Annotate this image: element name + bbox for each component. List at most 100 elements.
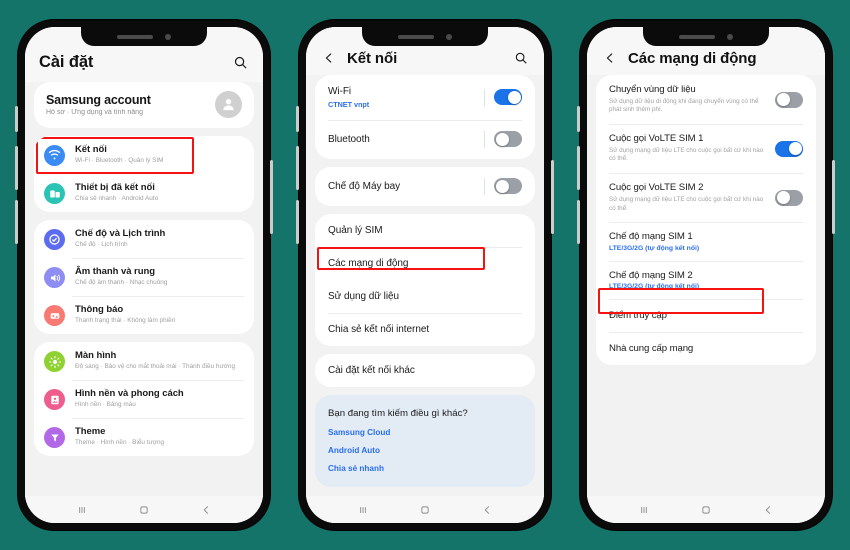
sidebar-item-ket-noi[interactable]: Kết nối Wi-Fi · Bluetooth · Quản lý SIM [34, 136, 254, 174]
row-cac-mang-di-dong[interactable]: Các mạng di động [315, 246, 535, 280]
phone2-connections-list[interactable]: Wi-Fi CTNET vnpt Bluetooth Chế độ Máy ba… [306, 75, 544, 496]
settings-group-modes[interactable]: Chế độ và Lịch trình Chế độ · Lịch trình [34, 220, 254, 334]
wallpaper-icon [44, 389, 65, 410]
power-button[interactable] [551, 160, 554, 234]
back-icon[interactable] [761, 503, 775, 517]
row-cai-dat-ket-noi-khac[interactable]: Cài đặt kết nối khác [315, 354, 535, 387]
sidebar-item-am-thanh-va-rung[interactable]: Âm thanh và rung Chế độ âm thanh · Nhạc … [34, 258, 254, 296]
row-diem-truy-cap[interactable]: Điểm truy cập [596, 299, 816, 332]
back-icon[interactable] [199, 503, 213, 517]
link-android-auto[interactable]: Android Auto [328, 446, 522, 455]
phone3-mobile-networks-list[interactable]: Chuyển vùng dữ liệu Sử dụng dữ liệu di đ… [587, 75, 825, 496]
samsung-account-row[interactable]: Samsung account Hồ sơ · Ứng dụng và tính… [34, 82, 254, 128]
row-label: Điểm truy cập [609, 310, 667, 322]
row-airplane-mode[interactable]: Chế độ Máy bay [315, 167, 535, 206]
row-label: Chế độ Máy bay [328, 180, 401, 192]
link-samsung-cloud[interactable]: Samsung Cloud [328, 428, 522, 437]
earpiece-speaker [398, 34, 434, 39]
item-title: Hình nền và phong cách [75, 388, 184, 399]
settings-group-display[interactable]: Màn hình Độ sáng · Bảo vệ cho mắt thoải … [34, 342, 254, 456]
row-label: Chuyển vùng dữ liệu [609, 84, 696, 95]
data-roaming-toggle[interactable] [775, 91, 803, 108]
sidebar-item-theme[interactable]: Theme Theme · Hình nền · Biểu tượng [34, 418, 254, 456]
volume-down-button[interactable] [577, 200, 580, 244]
search-icon[interactable] [231, 54, 249, 72]
chevron-left-icon[interactable] [320, 49, 338, 67]
wifi-icon [44, 145, 65, 166]
settings-group-connections[interactable]: Kết nối Wi-Fi · Bluetooth · Quản lý SIM [34, 136, 254, 212]
home-icon[interactable] [137, 503, 151, 517]
volume-up-button[interactable] [296, 146, 299, 190]
row-volte-sim-1[interactable]: Cuộc gọi VoLTE SIM 1 Sử dụng mạng dữ liệ… [596, 124, 816, 173]
row-label: Nhà cung cấp mạng [609, 343, 694, 355]
phone1-navbar[interactable] [25, 496, 263, 523]
item-title: Thông báo [75, 304, 124, 315]
phone-3-screen: Các mạng di động Chuyển vùng dữ liệu Sử … [587, 27, 825, 523]
row-divider [484, 177, 485, 195]
samsung-account-card[interactable]: Samsung account Hồ sơ · Ứng dụng và tính… [34, 82, 254, 128]
volte-sim1-toggle[interactable] [775, 140, 803, 157]
volume-down-button[interactable] [296, 200, 299, 244]
sidebar-item-hinh-nen-va-phong-cach[interactable]: Hình nền và phong cách Hình nền · Bảng m… [34, 380, 254, 418]
row-label: Wi-Fi [328, 86, 352, 97]
row-volte-sim-2[interactable]: Cuộc gọi VoLTE SIM 2 Sử dụng mạng dữ liệ… [596, 173, 816, 222]
silent-switch[interactable] [577, 106, 580, 132]
row-che-do-mang-sim-2[interactable]: Chế độ mạng SIM 2 LTE/3G/2G (tự động kết… [596, 260, 816, 300]
phone3-navbar[interactable] [587, 496, 825, 523]
sidebar-item-man-hinh[interactable]: Màn hình Độ sáng · Bảo vệ cho mắt thoải … [34, 342, 254, 380]
item-subtitle: Hình nền · Bảng màu [75, 401, 136, 408]
recents-icon[interactable] [75, 503, 89, 517]
phone1-settings-list[interactable]: Samsung account Hồ sơ · Ứng dụng và tính… [25, 82, 263, 496]
silent-switch[interactable] [296, 106, 299, 132]
devices-icon [44, 183, 65, 204]
group-wifi-bluetooth[interactable]: Wi-Fi CTNET vnpt Bluetooth [315, 75, 535, 159]
item-title: Âm thanh và rung [75, 266, 155, 277]
group-airplane[interactable]: Chế độ Máy bay [315, 166, 535, 206]
chevron-left-icon[interactable] [601, 49, 619, 67]
volte-sim2-toggle[interactable] [775, 189, 803, 206]
back-icon[interactable] [480, 503, 494, 517]
power-button[interactable] [270, 160, 273, 234]
search-icon[interactable] [512, 49, 530, 67]
phone-1-screen: Cài đặt Samsung account Hồ sơ · Ứng dụng… [25, 27, 263, 523]
earpiece-speaker [679, 34, 715, 39]
item-title: Theme [75, 426, 106, 437]
recents-icon[interactable] [356, 503, 370, 517]
notification-icon [44, 305, 65, 326]
row-label: Cuộc gọi VoLTE SIM 1 [609, 133, 704, 145]
row-nha-cung-cap-mang[interactable]: Nhà cung cấp mạng [596, 332, 816, 365]
power-button[interactable] [832, 160, 835, 234]
phone2-navbar[interactable] [306, 496, 544, 523]
row-sublabel: LTE/3G/2G (tự động kết nối) [609, 283, 700, 291]
wifi-toggle[interactable] [494, 89, 522, 106]
silent-switch[interactable] [15, 106, 18, 132]
link-chia-se-nhanh[interactable]: Chia sẻ nhanh [328, 464, 522, 473]
volume-down-button[interactable] [15, 200, 18, 244]
group-sim-network[interactable]: Quản lý SIM Các mạng di động Sử dụng dữ … [315, 213, 535, 346]
bluetooth-toggle[interactable] [494, 131, 522, 147]
row-wifi[interactable]: Wi-Fi CTNET vnpt [315, 75, 535, 120]
avatar[interactable] [215, 91, 242, 118]
row-che-do-mang-sim-1[interactable]: Chế độ mạng SIM 1 LTE/3G/2G (tự động kết… [596, 222, 816, 261]
row-description: Sử dụng mạng dữ liệu LTE cho cuộc gọi bấ… [609, 146, 764, 163]
notch [362, 27, 488, 46]
row-chuyen-vung-du-lieu[interactable]: Chuyển vùng dữ liệu Sử dụng dữ liệu di đ… [596, 75, 816, 124]
row-quan-ly-sim[interactable]: Quản lý SIM [315, 214, 535, 247]
volume-up-button[interactable] [577, 146, 580, 190]
home-icon[interactable] [699, 503, 713, 517]
row-chia-se-ket-noi-internet[interactable]: Chia sẻ kết nối internet [315, 312, 535, 346]
row-su-dung-du-lieu[interactable]: Sử dụng dữ liệu [315, 280, 535, 313]
row-label: Chế độ mạng SIM 2 [609, 269, 693, 281]
item-subtitle: Thanh trạng thái · Không làm phiền [75, 317, 176, 324]
group-other-connection-settings[interactable]: Cài đặt kết nối khác [315, 353, 535, 387]
sidebar-item-che-do-va-lich-trinh[interactable]: Chế độ và Lịch trình Chế độ · Lịch trình [34, 220, 254, 258]
sidebar-item-thiet-bi-da-ket-noi[interactable]: Thiết bị đã kết nối Chia sẻ nhanh · Andr… [34, 174, 254, 212]
mobile-networks-card[interactable]: Chuyển vùng dữ liệu Sử dụng dữ liệu di đ… [596, 75, 816, 366]
sidebar-item-thong-bao[interactable]: Thông báo Thanh trạng thái · Không làm p… [34, 296, 254, 334]
home-icon[interactable] [418, 503, 432, 517]
volume-up-button[interactable] [15, 146, 18, 190]
front-camera [165, 33, 171, 40]
row-bluetooth[interactable]: Bluetooth [315, 119, 535, 159]
airplane-mode-toggle[interactable] [494, 178, 522, 194]
recents-icon[interactable] [637, 503, 651, 517]
